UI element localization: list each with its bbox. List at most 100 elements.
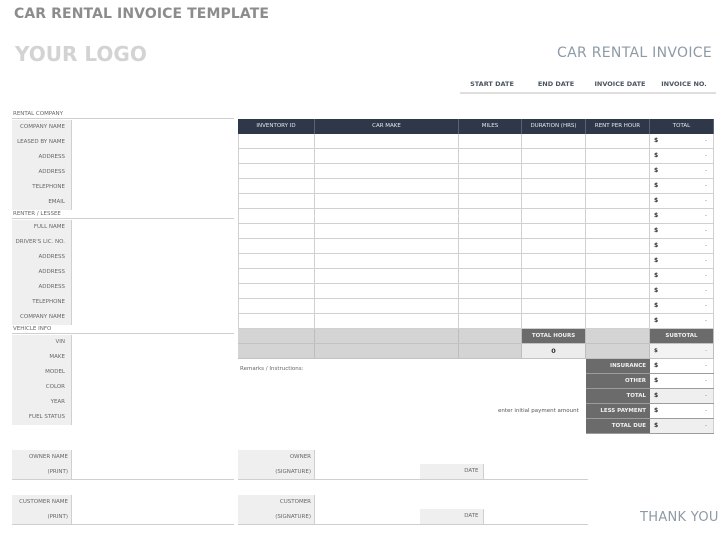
- table-cell[interactable]: [522, 134, 586, 148]
- table-cell[interactable]: [586, 254, 650, 268]
- table-cell[interactable]: [459, 149, 522, 163]
- table-cell[interactable]: [522, 269, 586, 283]
- table-cell[interactable]: [586, 179, 650, 193]
- currency-symbol: $: [654, 392, 659, 399]
- table-cell[interactable]: [238, 269, 315, 283]
- table-cell[interactable]: [315, 239, 459, 253]
- field-input[interactable]: [72, 410, 234, 425]
- table-cell[interactable]: [315, 164, 459, 178]
- field-input[interactable]: [72, 165, 234, 180]
- table-cell[interactable]: [315, 254, 459, 268]
- table-cell[interactable]: [586, 149, 650, 163]
- table-cell[interactable]: [238, 209, 315, 223]
- field-input[interactable]: [72, 280, 234, 295]
- field-input[interactable]: [72, 335, 234, 350]
- table-cell[interactable]: [586, 314, 650, 328]
- start-date-label: START DATE: [470, 80, 514, 88]
- table-cell[interactable]: [522, 254, 586, 268]
- table-cell[interactable]: [315, 194, 459, 208]
- table-cell[interactable]: [459, 224, 522, 238]
- field-input[interactable]: [72, 380, 234, 395]
- table-cell[interactable]: [522, 194, 586, 208]
- table-cell[interactable]: [238, 224, 315, 238]
- field-input[interactable]: [72, 395, 234, 410]
- table-cell[interactable]: [238, 164, 315, 178]
- table-cell[interactable]: [459, 164, 522, 178]
- field-input[interactable]: [72, 150, 234, 165]
- table-cell[interactable]: [459, 314, 522, 328]
- table-cell[interactable]: [459, 299, 522, 313]
- table-cell[interactable]: [586, 134, 650, 148]
- table-cell[interactable]: [238, 194, 315, 208]
- field-input[interactable]: [72, 350, 234, 365]
- totals-value[interactable]: $ -: [650, 359, 714, 373]
- table-cell[interactable]: [522, 284, 586, 298]
- table-cell[interactable]: [315, 224, 459, 238]
- owner-name-field[interactable]: [72, 450, 234, 479]
- field-input[interactable]: [72, 250, 234, 265]
- table-cell[interactable]: [522, 224, 586, 238]
- table-cell[interactable]: [459, 284, 522, 298]
- table-cell[interactable]: [522, 299, 586, 313]
- table-cell[interactable]: [315, 284, 459, 298]
- owner-signature-field[interactable]: [315, 450, 420, 479]
- table-cell[interactable]: [522, 239, 586, 253]
- table-cell[interactable]: [522, 314, 586, 328]
- table-cell[interactable]: [238, 254, 315, 268]
- table-cell[interactable]: [586, 239, 650, 253]
- field-input[interactable]: [72, 180, 234, 195]
- table-cell[interactable]: [238, 179, 315, 193]
- field-input[interactable]: [72, 310, 234, 325]
- table-cell[interactable]: [459, 209, 522, 223]
- totals-value[interactable]: $ -: [650, 404, 714, 418]
- table-cell[interactable]: [459, 254, 522, 268]
- table-cell[interactable]: [522, 149, 586, 163]
- table-cell[interactable]: [315, 134, 459, 148]
- table-cell[interactable]: [586, 164, 650, 178]
- owner-signature-block: OWNER (SIGNATURE) DATE: [238, 450, 588, 480]
- table-cell[interactable]: [586, 209, 650, 223]
- field-input[interactable]: [72, 265, 234, 280]
- table-cell[interactable]: [459, 269, 522, 283]
- row-total-amount: -: [704, 302, 707, 309]
- table-cell[interactable]: [586, 194, 650, 208]
- table-cell[interactable]: [238, 314, 315, 328]
- table-cell[interactable]: [586, 224, 650, 238]
- customer-name-field[interactable]: [72, 495, 234, 524]
- table-cell[interactable]: [315, 299, 459, 313]
- totals-value[interactable]: $ -: [650, 374, 714, 388]
- table-cell[interactable]: [459, 179, 522, 193]
- field-input[interactable]: [72, 365, 234, 380]
- owner-date-field[interactable]: [484, 450, 589, 479]
- table-cell[interactable]: [459, 194, 522, 208]
- table-cell[interactable]: [586, 284, 650, 298]
- table-cell[interactable]: [315, 314, 459, 328]
- customer-signature-field[interactable]: [315, 495, 420, 524]
- field-input[interactable]: [72, 235, 234, 250]
- table-cell[interactable]: [459, 134, 522, 148]
- invoice-number-label: INVOICE NO.: [661, 80, 707, 88]
- table-cell[interactable]: [238, 284, 315, 298]
- table-cell[interactable]: [522, 164, 586, 178]
- table-cell[interactable]: [315, 149, 459, 163]
- field-input[interactable]: [72, 120, 234, 135]
- currency-symbol: $: [654, 287, 659, 294]
- table-cell[interactable]: [522, 179, 586, 193]
- customer-date-field[interactable]: [484, 495, 589, 524]
- table-cell[interactable]: [238, 239, 315, 253]
- table-cell[interactable]: [315, 269, 459, 283]
- field-input[interactable]: [72, 220, 234, 235]
- table-cell[interactable]: [315, 209, 459, 223]
- table-cell[interactable]: [586, 299, 650, 313]
- field-input[interactable]: [72, 195, 234, 210]
- table-cell[interactable]: [238, 149, 315, 163]
- field-input[interactable]: [72, 295, 234, 310]
- field-input[interactable]: [72, 135, 234, 150]
- table-cell[interactable]: [586, 269, 650, 283]
- table-cell[interactable]: [459, 239, 522, 253]
- table-cell[interactable]: [238, 299, 315, 313]
- table-cell[interactable]: [238, 134, 315, 148]
- currency-symbol: $: [654, 377, 659, 384]
- table-cell[interactable]: [315, 179, 459, 193]
- table-cell[interactable]: [522, 209, 586, 223]
